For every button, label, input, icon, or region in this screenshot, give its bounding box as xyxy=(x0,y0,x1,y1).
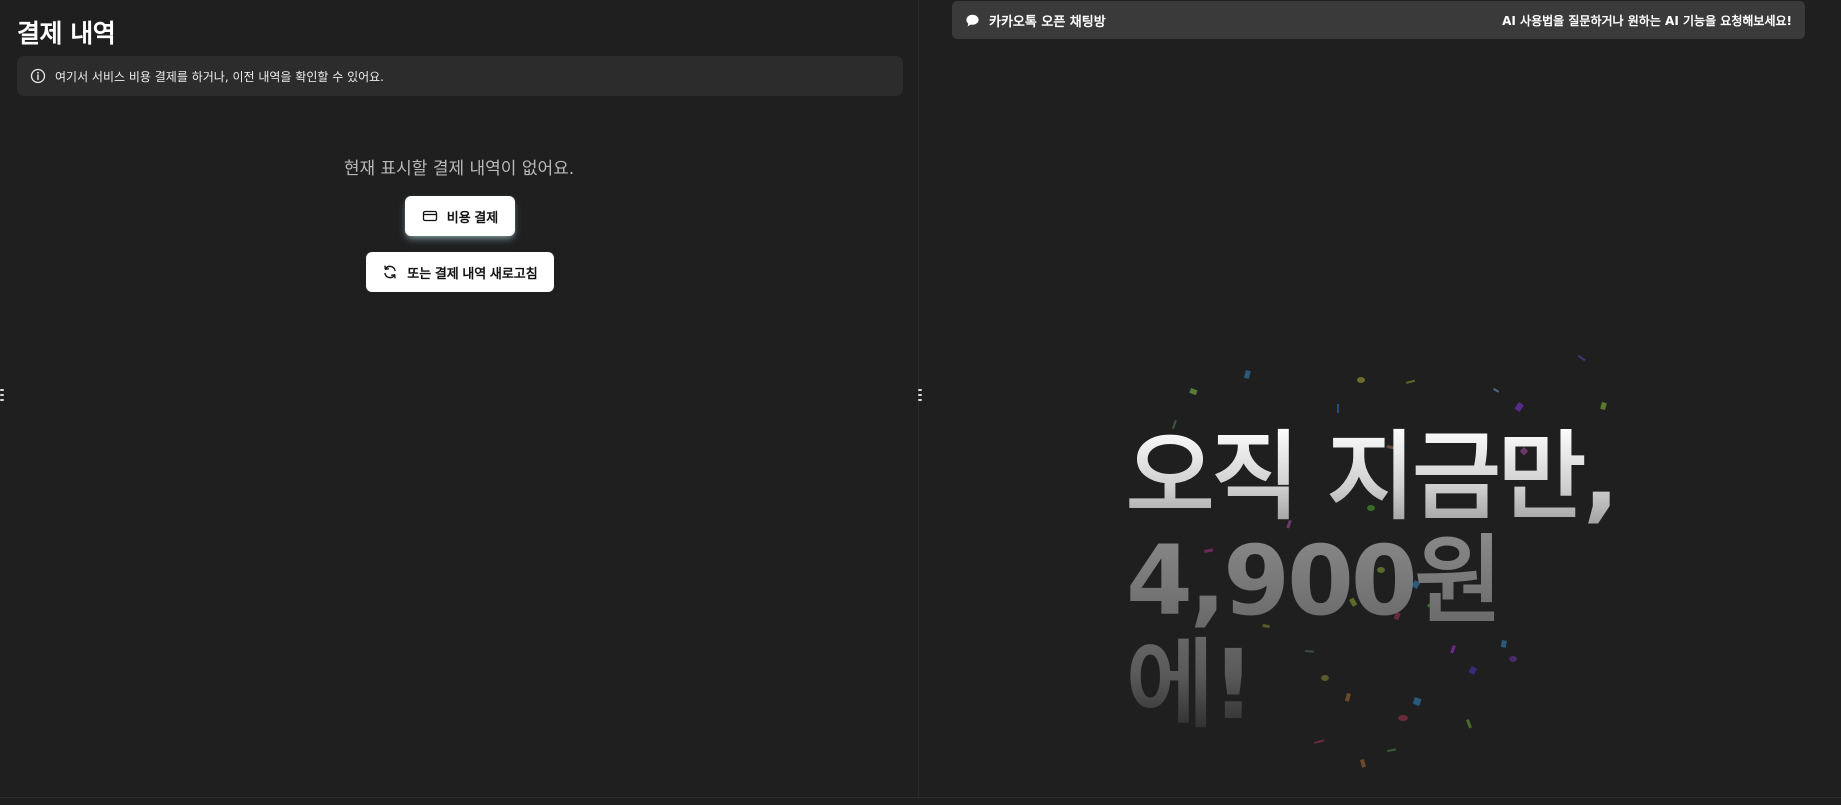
payment-history-panel: 결제 내역 여기서 서비스 비용 결제를 하거나, 이전 내역을 확인할 수 있… xyxy=(0,0,918,797)
refresh-button-label: 또는 결제 내역 새로고침 xyxy=(407,265,538,281)
kakao-open-chat-banner[interactable]: 카카오톡 오픈 채팅방 AI 사용법을 질문하거나 원하는 AI 기능을 요청해… xyxy=(952,1,1805,39)
promo-panel: 카카오톡 오픈 채팅방 AI 사용법을 질문하거나 원하는 AI 기능을 요청해… xyxy=(919,0,1841,797)
info-banner: 여기서 서비스 비용 결제를 하거나, 이전 내역을 확인할 수 있어요. xyxy=(17,56,903,96)
pay-button-label: 비용 결제 xyxy=(446,209,499,225)
kakao-chat-cta: AI 사용법을 질문하거나 원하는 AI 기능을 요청해보세요! xyxy=(1502,13,1792,28)
promo-line-2: 4,900원에! xyxy=(1126,529,1626,737)
promo-headline: 오직 지금만, 4,900원에! xyxy=(1126,425,1626,737)
refresh-icon xyxy=(382,264,398,280)
pay-button[interactable]: 비용 결제 xyxy=(405,196,515,236)
promo-line-1: 오직 지금만, xyxy=(1126,425,1626,529)
chat-bubble-icon xyxy=(965,13,980,28)
kakao-chat-label: 카카오톡 오픈 채팅방 xyxy=(989,14,1106,30)
drag-handle-icon[interactable] xyxy=(918,389,922,401)
info-icon xyxy=(30,68,46,84)
app-window: 결제 내역 여기서 서비스 비용 결제를 하거나, 이전 내역을 확인할 수 있… xyxy=(0,0,1841,805)
bottom-border xyxy=(0,797,1841,805)
credit-card-icon xyxy=(422,208,438,224)
page-title: 결제 내역 xyxy=(17,19,116,48)
refresh-history-button[interactable]: 또는 결제 내역 새로고침 xyxy=(366,252,554,292)
info-text: 여기서 서비스 비용 결제를 하거나, 이전 내역을 확인할 수 있어요. xyxy=(55,69,385,84)
empty-state-message: 현재 표시할 결제 내역이 없어요. xyxy=(343,159,575,179)
drag-handle-icon[interactable] xyxy=(0,389,4,401)
